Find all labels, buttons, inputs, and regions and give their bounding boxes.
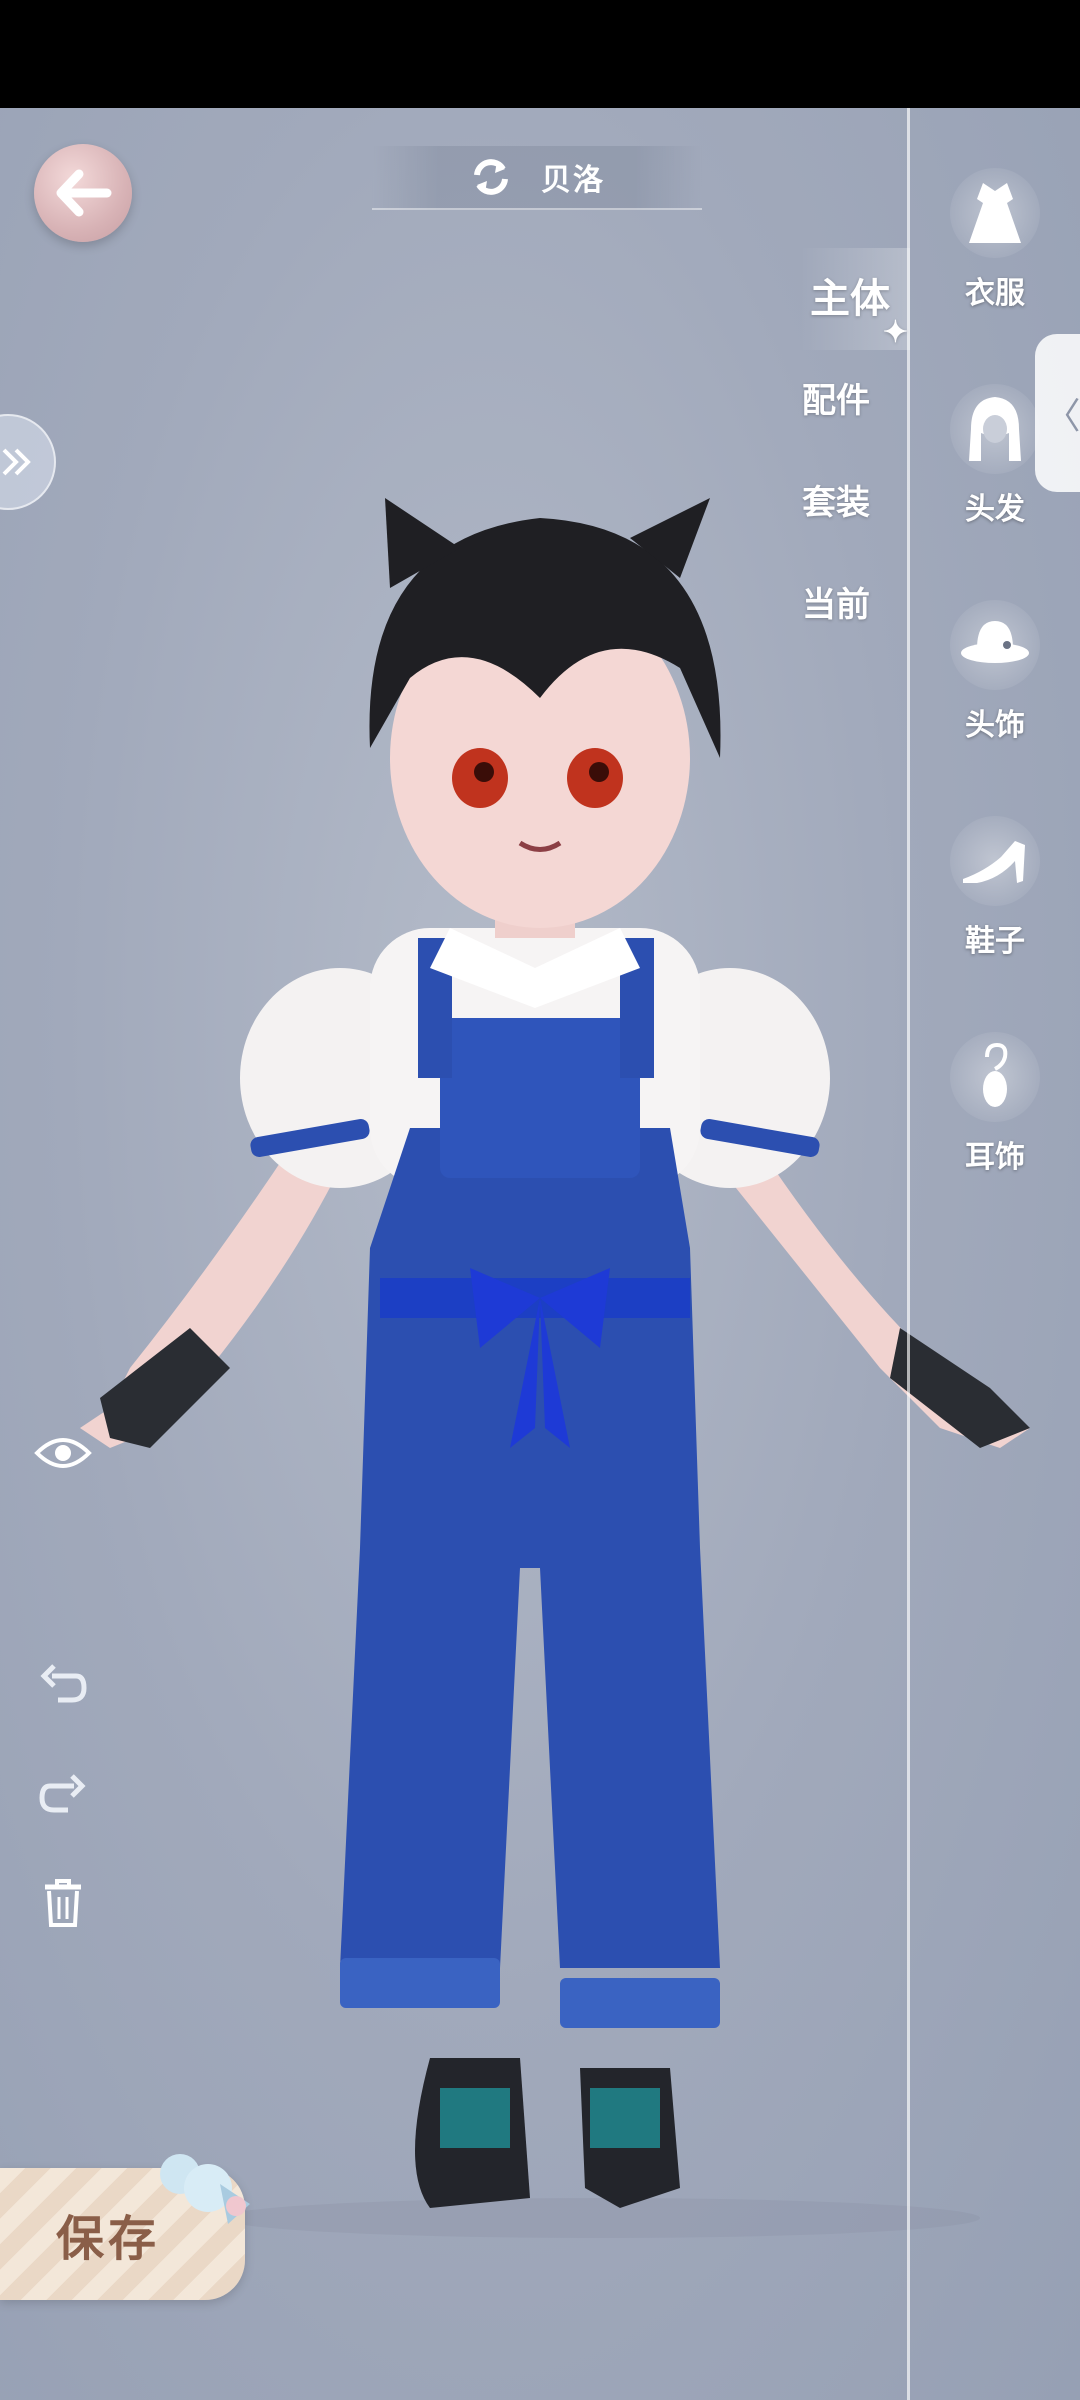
tab-sets[interactable]: 套装 — [800, 452, 910, 554]
slot-clothes[interactable]: 衣服 — [930, 168, 1060, 384]
redo-icon — [39, 1774, 86, 1813]
slot-earrings-label: 耳饰 — [965, 1140, 1025, 1175]
dress-up-stage: 贝洛 主体 ✦ 配件 套装 当前 〈 衣服 头发 头饰 鞋子 耳饰 保存 — [0, 108, 1080, 2400]
hat-icon — [950, 600, 1040, 690]
slot-shoes[interactable]: 鞋子 — [930, 816, 1060, 1032]
redo-button[interactable] — [28, 1758, 98, 1828]
slot-hair[interactable]: 头发 — [930, 384, 1060, 600]
undo-icon — [40, 1664, 87, 1703]
category-tabs: 主体 ✦ 配件 套装 当前 — [800, 248, 910, 656]
tab-main-label: 主体 — [810, 275, 890, 322]
sparkle-icon: ✦ — [882, 315, 908, 350]
arrow-left-icon — [56, 169, 112, 217]
save-label: 保存 — [56, 2211, 161, 2267]
slot-shoes-label: 鞋子 — [965, 924, 1025, 959]
status-bar — [0, 0, 1080, 108]
slot-hair-label: 头发 — [965, 492, 1025, 527]
tab-sets-label: 套装 — [802, 483, 870, 523]
earring-icon — [950, 1032, 1040, 1122]
tab-current[interactable]: 当前 — [800, 554, 910, 656]
right-pupil — [589, 762, 609, 782]
back-button[interactable] — [34, 144, 132, 242]
overalls-bib — [440, 1018, 640, 1178]
left-pupil — [474, 762, 494, 782]
tab-accessories-label: 配件 — [802, 381, 870, 421]
double-chevron-icon — [2, 448, 31, 476]
slot-headwear[interactable]: 头饰 — [930, 600, 1060, 816]
outfit-slot-list: 衣服 头发 头饰 鞋子 耳饰 — [930, 168, 1060, 1248]
overalls — [340, 1128, 720, 1968]
right-glove — [890, 1328, 1030, 1448]
slot-headwear-label: 头饰 — [965, 708, 1025, 743]
hair-icon — [950, 384, 1040, 474]
left-cuff-roll — [340, 1958, 500, 2008]
floor-shadow — [220, 2198, 980, 2238]
trash-icon — [45, 1879, 81, 1927]
character-name: 贝洛 — [541, 163, 605, 198]
shoe-icon — [950, 816, 1040, 906]
left-shoe-accent — [440, 2088, 510, 2148]
save-button[interactable]: 保存 — [0, 2154, 250, 2300]
save-decoration-icon — [160, 2154, 250, 2224]
slot-clothes-label: 衣服 — [965, 276, 1025, 311]
right-shoe-accent — [590, 2088, 660, 2148]
refresh-icon[interactable] — [469, 155, 513, 199]
tab-current-label: 当前 — [802, 585, 870, 625]
eye-icon — [34, 1438, 92, 1468]
dress-icon — [950, 168, 1040, 258]
undo-button[interactable] — [28, 1648, 98, 1718]
delete-button[interactable] — [28, 1868, 98, 1938]
slot-earrings[interactable]: 耳饰 — [930, 1032, 1060, 1248]
tab-main[interactable]: 主体 ✦ — [800, 248, 910, 350]
toggle-visibility-button[interactable] — [28, 1418, 98, 1488]
character-name-bar[interactable]: 贝洛 — [372, 146, 702, 210]
right-cuff-roll — [560, 1978, 720, 2028]
